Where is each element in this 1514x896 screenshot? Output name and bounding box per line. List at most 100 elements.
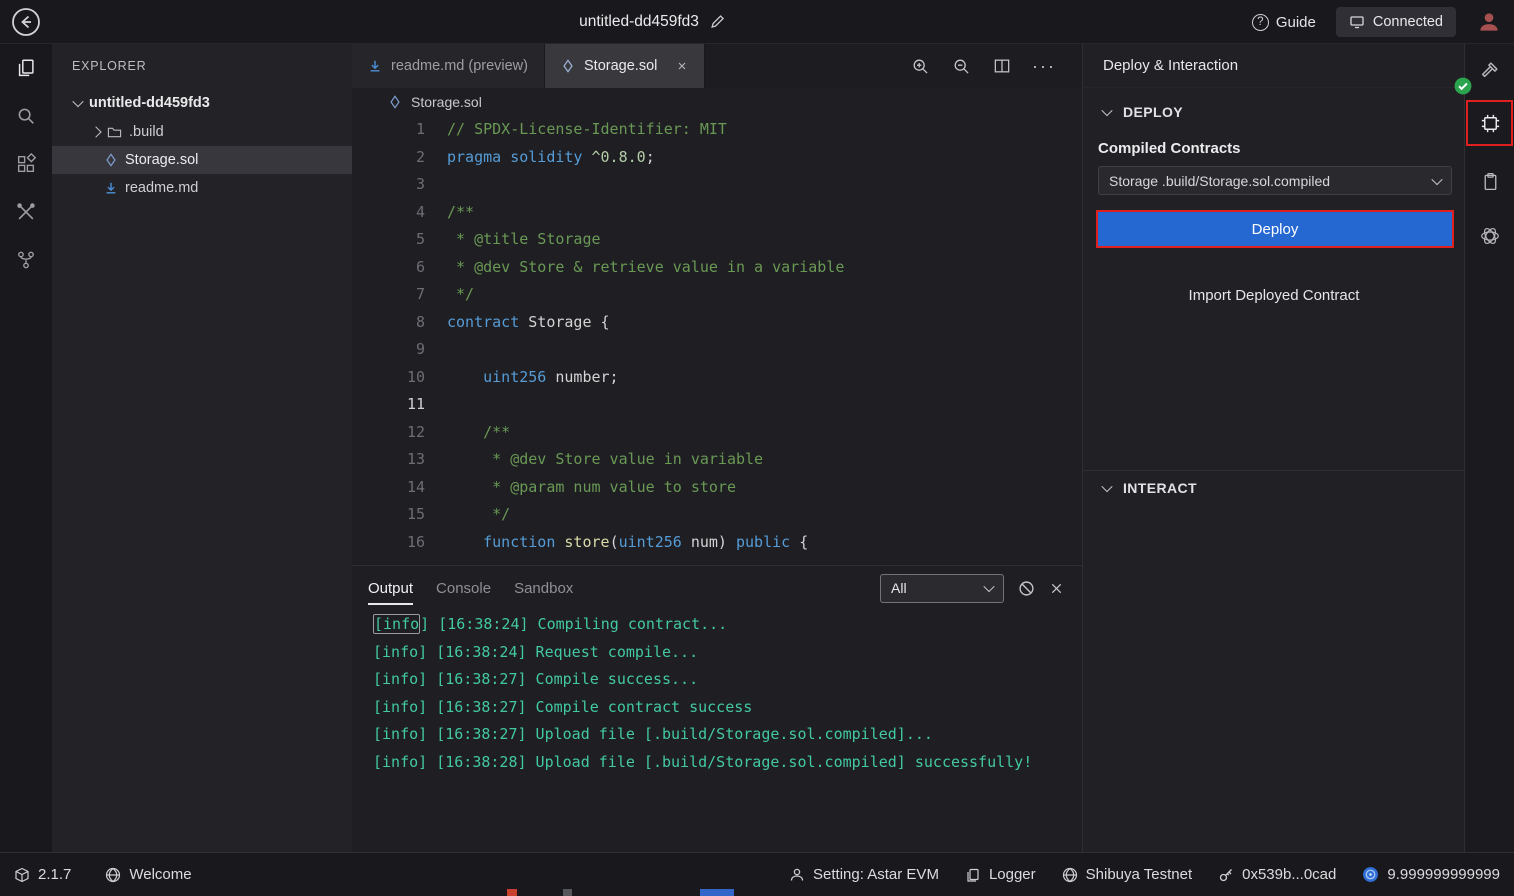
code-line[interactable]: 5 * @title Storage — [352, 226, 1082, 254]
copy-icon — [965, 867, 981, 883]
status-bar: 2.1.7 Welcome Setting: Astar EVM — [0, 852, 1514, 896]
split-editor-icon[interactable] — [992, 56, 1012, 76]
code-line[interactable]: 14 * @param num value to store — [352, 474, 1082, 502]
import-deployed-contract-link[interactable]: Import Deployed Contract — [1083, 287, 1465, 304]
statusbar-left: 2.1.7 Welcome — [14, 866, 192, 883]
code-line[interactable]: 12 /** — [352, 419, 1082, 447]
app-window: untitled-dd459fd3 Guide Connected — [0, 0, 1514, 896]
panel-item-ai-assistant[interactable] — [1465, 214, 1514, 258]
compiled-contract-select[interactable]: Storage .build/Storage.sol.compiled — [1098, 166, 1452, 195]
deploy-interaction-panel: Deploy & Interaction DEPLOY Compiled Con… — [1082, 44, 1464, 852]
deploy-section-header[interactable]: DEPLOY — [1103, 104, 1183, 120]
sidebar-item-tools[interactable] — [0, 188, 52, 236]
line-number: 5 — [352, 226, 425, 254]
tab-readme-md[interactable]: readme.md (preview) — [352, 44, 545, 88]
ai-assistant-icon — [1479, 225, 1501, 247]
clear-output-icon[interactable] — [1018, 580, 1035, 597]
panel-divider — [1083, 470, 1465, 471]
line-number: 8 — [352, 309, 425, 337]
code-line[interactable]: 3 — [352, 171, 1082, 199]
breadcrumb-label: Storage.sol — [411, 94, 482, 110]
code-line[interactable]: 7 */ — [352, 281, 1082, 309]
edit-pencil-icon[interactable] — [709, 14, 725, 30]
compiled-contracts-label: Compiled Contracts — [1098, 140, 1241, 157]
line-number: 4 — [352, 199, 425, 227]
version-item[interactable]: 2.1.7 — [14, 866, 71, 883]
tree-item-storage-sol[interactable]: Storage.sol — [52, 146, 352, 174]
tree-item-readme-md[interactable]: readme.md — [52, 174, 352, 202]
globe-icon — [1062, 867, 1078, 883]
line-number: 15 — [352, 501, 425, 529]
explorer-header: EXPLORER — [52, 44, 352, 88]
clipboard-icon — [1480, 171, 1501, 192]
avatar[interactable] — [1476, 9, 1502, 35]
deploy-interaction-icon — [1479, 112, 1502, 135]
folder-icon — [107, 125, 122, 140]
tree-root-folder[interactable]: untitled-dd459fd3 — [52, 88, 352, 118]
deploy-section-label: DEPLOY — [1123, 104, 1183, 120]
sidebar-item-search[interactable] — [0, 92, 52, 140]
code-line[interactable]: 16 function store(uint256 num) public { — [352, 529, 1082, 557]
setting-item[interactable]: Setting: Astar EVM — [789, 866, 939, 883]
panel-item-deploy-interaction[interactable] — [1465, 101, 1514, 145]
deploy-button[interactable]: Deploy — [1098, 212, 1452, 246]
tab-storage-sol[interactable]: Storage.sol — [545, 44, 705, 88]
tree-item-label: readme.md — [125, 180, 198, 196]
code-line[interactable]: 4/** — [352, 199, 1082, 227]
zoom-in-icon[interactable] — [910, 56, 931, 77]
tab-output[interactable]: Output — [368, 566, 413, 610]
logger-item[interactable]: Logger — [965, 866, 1036, 883]
editor-region: readme.md (preview) Storage.sol — [352, 44, 1082, 852]
code-line[interactable]: 9 — [352, 336, 1082, 364]
close-panel-icon[interactable] — [1049, 581, 1064, 596]
logger-label: Logger — [989, 866, 1036, 883]
close-tab-icon[interactable] — [676, 60, 688, 72]
compiled-contract-value: Storage .build/Storage.sol.compiled — [1109, 173, 1330, 189]
code-line[interactable]: 13 * @dev Store value in variable — [352, 446, 1082, 474]
chevron-down-icon — [1101, 105, 1112, 116]
more-actions-icon[interactable] — [1032, 56, 1056, 77]
guide-button[interactable]: Guide — [1252, 14, 1316, 31]
sidebar-item-extensions[interactable] — [0, 140, 52, 188]
tools-icon — [15, 201, 37, 223]
files-icon — [15, 57, 37, 79]
key-icon — [1218, 867, 1234, 883]
line-number: 12 — [352, 419, 425, 447]
sidebar-item-explorer[interactable] — [0, 44, 52, 92]
sidebar-item-source-control[interactable] — [0, 236, 52, 284]
panel-item-compiler[interactable] — [1465, 48, 1514, 92]
wallet-address-label: 0x539b...0cad — [1242, 866, 1336, 883]
guide-label: Guide — [1276, 14, 1316, 31]
deploy-button-annotation: Deploy — [1096, 210, 1454, 248]
tree-item-build[interactable]: .build — [52, 118, 352, 146]
code-area[interactable]: 1// SPDX-License-Identifier: MIT2pragma … — [352, 116, 1082, 565]
title-bar: untitled-dd459fd3 Guide Connected — [0, 0, 1514, 44]
token-coin-icon — [1362, 866, 1379, 883]
code-line[interactable]: 8contract Storage { — [352, 309, 1082, 337]
code-line[interactable]: 1// SPDX-License-Identifier: MIT — [352, 116, 1082, 144]
code-line[interactable]: 2pragma solidity ^0.8.0; — [352, 144, 1082, 172]
balance-item[interactable]: 9.999999999999 — [1362, 866, 1500, 883]
code-line[interactable]: 15 */ — [352, 501, 1082, 529]
wallet-address-item[interactable]: 0x539b...0cad — [1218, 866, 1336, 883]
welcome-item[interactable]: Welcome — [105, 866, 191, 883]
code-line[interactable]: 10 uint256 number; — [352, 364, 1082, 392]
connected-button[interactable]: Connected — [1336, 7, 1456, 37]
tree-root-label: untitled-dd459fd3 — [89, 95, 210, 111]
code-line[interactable]: 6 * @dev Store & retrieve value in a var… — [352, 254, 1082, 282]
panel-item-abi[interactable] — [1465, 159, 1514, 203]
back-button[interactable] — [10, 6, 42, 38]
log-filter-select[interactable]: All — [880, 574, 1004, 603]
tab-sandbox[interactable]: Sandbox — [514, 566, 573, 610]
line-number: 11 — [352, 391, 425, 419]
search-icon — [15, 105, 37, 127]
solidity-icon — [561, 59, 575, 73]
question-icon — [1252, 14, 1269, 31]
code-line[interactable]: 11 — [352, 391, 1082, 419]
zoom-out-icon[interactable] — [951, 56, 972, 77]
globe-icon — [105, 867, 121, 883]
tab-console[interactable]: Console — [436, 566, 491, 610]
interact-section-header[interactable]: INTERACT — [1103, 480, 1197, 496]
network-item[interactable]: Shibuya Testnet — [1062, 866, 1192, 883]
breadcrumb[interactable]: Storage.sol — [352, 88, 1082, 116]
